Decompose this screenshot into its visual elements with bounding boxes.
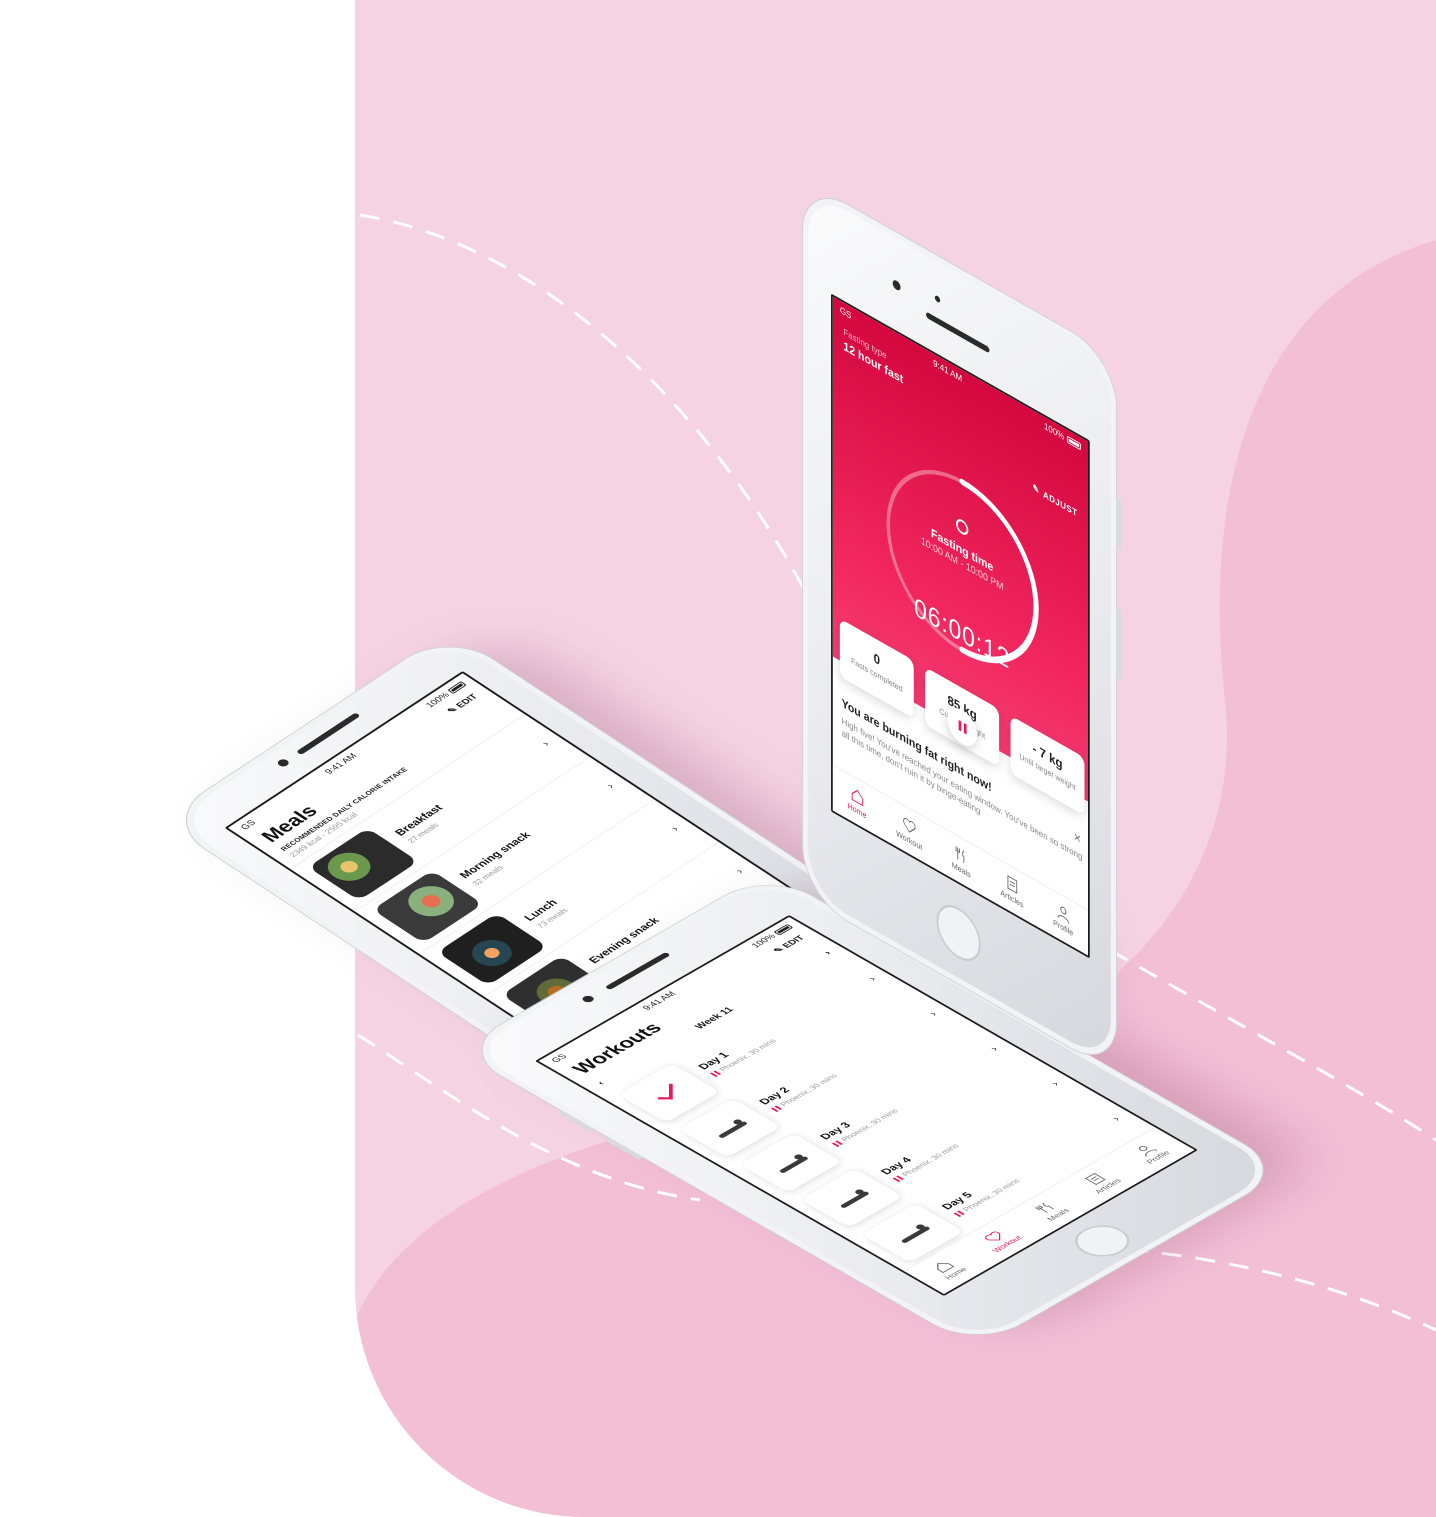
pencil-icon: ✎ (1032, 481, 1040, 496)
checkmark-icon (657, 1083, 673, 1100)
chevron-right-icon: › (1109, 1115, 1124, 1123)
battery-icon (1066, 435, 1081, 451)
clock: 9:41 AM (933, 357, 963, 384)
chevron-right-icon: › (1048, 1080, 1063, 1088)
chevron-right-icon: › (539, 739, 553, 749)
tab-home[interactable]: Home (848, 783, 866, 821)
intensity-icon (953, 1210, 965, 1217)
tab-meals[interactable]: Meals (952, 842, 971, 880)
chevron-right-icon: › (668, 824, 682, 834)
tab-workout[interactable]: Workout (896, 810, 922, 852)
intensity-icon (831, 1140, 843, 1147)
home-button[interactable] (1064, 1219, 1141, 1263)
tab-home[interactable]: Home (927, 1257, 969, 1281)
intensity-icon (892, 1175, 904, 1182)
chevron-right-icon: › (926, 1010, 941, 1018)
intensity-icon (709, 1070, 721, 1077)
tab-articles[interactable]: Articles (1077, 1168, 1123, 1195)
exercise-figure (706, 1114, 755, 1142)
home-button[interactable] (936, 895, 981, 971)
tab-workout[interactable]: Workout (975, 1226, 1024, 1254)
chevron-right-icon: › (987, 1045, 1002, 1053)
exercise-figure (888, 1219, 937, 1247)
battery-level: 100% (1043, 420, 1065, 442)
close-icon[interactable]: × (1074, 827, 1081, 847)
tab-profile[interactable]: Profile (1053, 900, 1073, 938)
tab-meals[interactable]: Meals (1029, 1198, 1072, 1222)
prev-week-button[interactable]: ‹ (595, 1080, 607, 1087)
adjust-label: ADJUST (1043, 488, 1078, 518)
exercise-figure (766, 1149, 815, 1177)
tab-profile[interactable]: Profile (1129, 1140, 1172, 1165)
chevron-right-icon: › (603, 781, 618, 791)
exercise-figure (827, 1184, 876, 1212)
intensity-icon (770, 1105, 782, 1112)
chevron-right-icon: › (865, 975, 880, 983)
next-week-button[interactable]: › (822, 950, 834, 957)
fasting-screen: GS 9:41 AM 100% Fasting type 12 hour fas… (831, 293, 1090, 959)
carrier: GS (839, 304, 852, 322)
tab-articles[interactable]: Articles (1000, 870, 1023, 910)
status-bar: GS 9:41 AM 100% (833, 297, 1088, 460)
chevron-right-icon: › (733, 867, 747, 876)
